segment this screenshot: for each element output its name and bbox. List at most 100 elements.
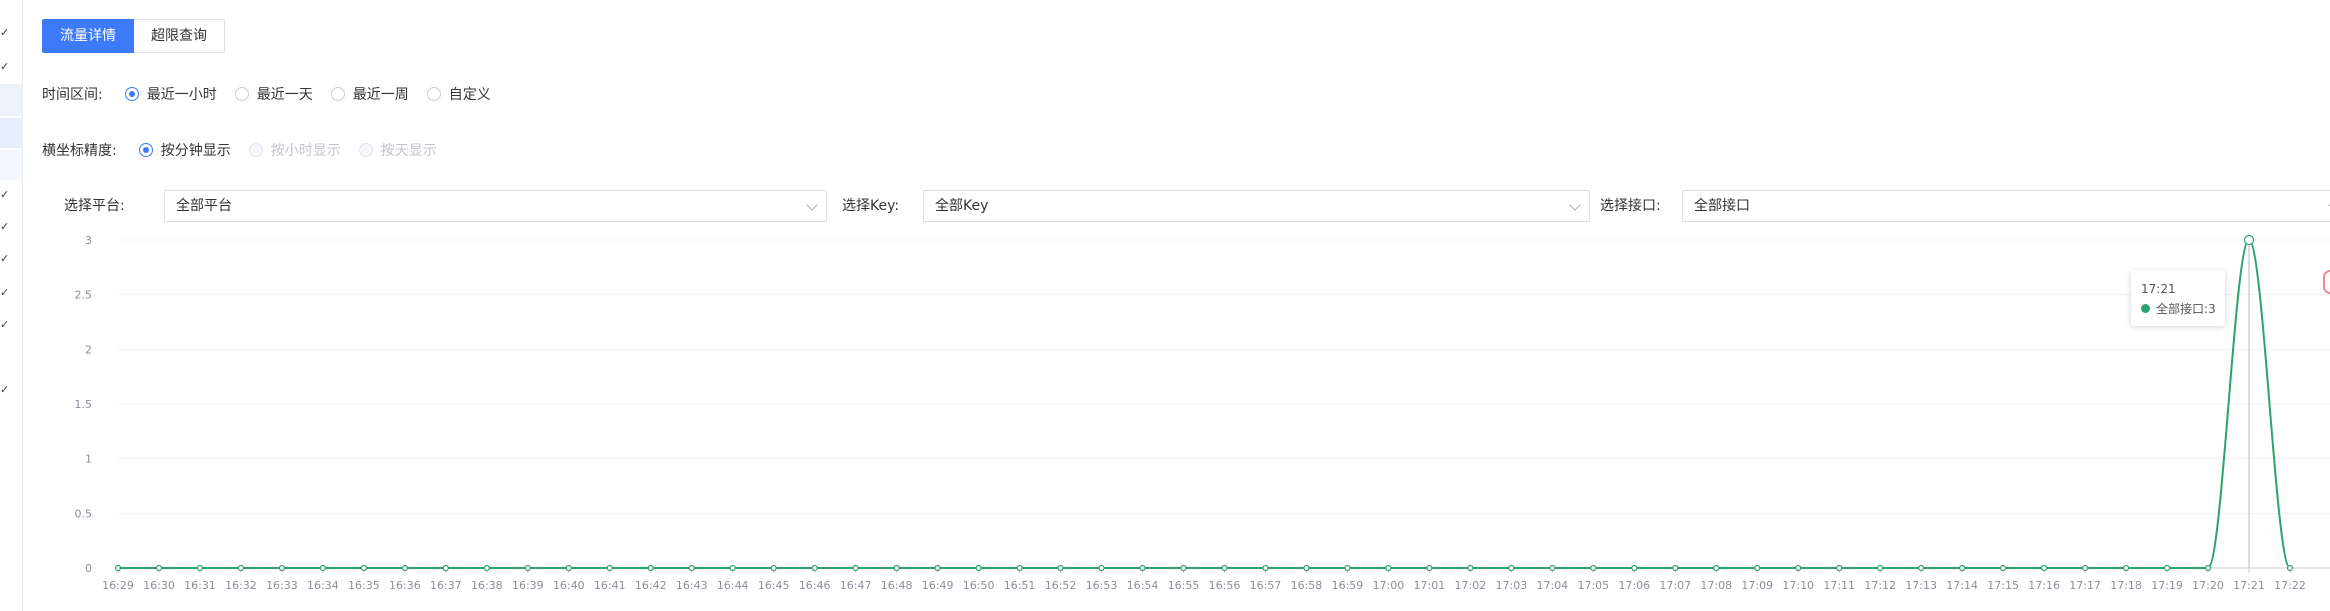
x-tick-label: 17:17 (2069, 579, 2101, 592)
x-tick-label: 16:47 (840, 579, 872, 592)
tooltip-series: 全部接口 (2156, 302, 2205, 316)
filter-row: 选择平台: 全部平台 选择Key: 全部Key 选择接口: 全部接口 (42, 190, 2330, 222)
x-tick-label: 16:46 (799, 579, 831, 592)
data-point (1426, 564, 1433, 572)
time-range-row: 时间区间: 最近一小时 最近一天 最近一周 自定义 (42, 84, 509, 104)
tab-overlimit-query[interactable]: 超限查询 (134, 19, 225, 53)
sidebar-item-active[interactable] (0, 118, 22, 148)
floating-handle[interactable] (2323, 270, 2330, 294)
data-point (2122, 564, 2130, 572)
chevron-down-icon (1569, 199, 1581, 211)
radio-last-hour[interactable]: 最近一小时 (124, 84, 217, 104)
x-tick-label: 16:56 (1209, 579, 1241, 592)
x-tick-label: 17:03 (1496, 579, 1528, 592)
sidebar-item-bg (0, 150, 22, 180)
x-tick-label: 16:41 (594, 579, 626, 592)
x-tick-label: 17:00 (1373, 579, 1405, 592)
x-tick-label: 16:53 (1086, 579, 1118, 592)
api-select[interactable]: 全部接口 (1682, 190, 2330, 222)
radio-custom[interactable]: 自定义 (426, 84, 491, 104)
x-tick-label: 16:44 (717, 579, 749, 592)
data-point (1098, 564, 1105, 572)
data-point (2041, 564, 2048, 572)
radio-disabled-icon (358, 143, 373, 157)
data-point (196, 564, 204, 572)
data-point (1959, 564, 1966, 572)
x-tick-label: 16:57 (1250, 579, 1282, 592)
x-tick-label: 16:29 (102, 579, 134, 592)
x-tick-label: 17:21 (2233, 579, 2265, 592)
chevron-down-icon[interactable]: ✓ (0, 61, 10, 72)
x-tick-label: 16:49 (922, 579, 954, 592)
tab-traffic-details[interactable]: 流量详情 (42, 19, 134, 53)
radio-last-week[interactable]: 最近一周 (330, 84, 409, 104)
x-tick-label: 17:09 (1741, 579, 1773, 592)
data-point (1303, 564, 1310, 572)
x-tick-label: 17:07 (1659, 579, 1691, 592)
data-point (934, 564, 941, 572)
data-point (1385, 564, 1392, 572)
x-tick-label: 16:34 (307, 579, 339, 592)
x-tick-label: 17:11 (1823, 579, 1855, 592)
key-label: 选择Key: (842, 198, 900, 214)
y-tick-label: 1.5 (75, 398, 93, 411)
tab-bar: 流量详情 超限查询 (42, 19, 225, 53)
data-point (2163, 564, 2171, 572)
x-tick-label: 16:55 (1168, 579, 1200, 592)
radio-label: 最近一周 (352, 87, 409, 103)
x-tick-label: 16:54 (1127, 579, 1159, 592)
radio-unchecked-icon (330, 87, 345, 101)
api-label: 选择接口: (1600, 198, 1661, 214)
x-tick-label: 17:18 (2110, 579, 2142, 592)
x-tick-label: 16:43 (676, 579, 708, 592)
y-tick-label: 2 (85, 343, 92, 356)
data-point (2243, 234, 2255, 246)
data-point (442, 564, 449, 572)
x-tick-label: 16:31 (184, 579, 216, 592)
radio-label: 按天显示 (380, 143, 437, 159)
data-point (114, 564, 122, 572)
y-tick-label: 0 (85, 562, 92, 575)
data-point (1590, 564, 1597, 572)
radio-last-day[interactable]: 最近一天 (234, 84, 313, 104)
x-tick-label: 16:52 (1045, 579, 1077, 592)
data-point (1016, 564, 1023, 572)
traffic-line-chart[interactable]: 0 0.5 1 1.5 2 2.5 3 16:29 16:30 16:31 16:32 16:33 16… (0, 225, 2330, 611)
x-tick-label: 17:13 (1905, 579, 1937, 592)
x-tick-label: 17:05 (1577, 579, 1609, 592)
data-point (729, 564, 736, 572)
x-tick-label: 16:32 (225, 579, 257, 592)
x-tick-label: 16:30 (143, 579, 175, 592)
x-tick-label: 17:12 (1864, 579, 1896, 592)
radio-by-minute[interactable]: 按分钟显示 (138, 140, 231, 160)
data-point (360, 564, 367, 572)
y-tick-label: 3 (85, 234, 92, 247)
x-tick-label: 17:16 (2028, 579, 2060, 592)
data-point (606, 564, 613, 572)
x-tick-label: 16:58 (1291, 579, 1323, 592)
x-tick-label: 16:50 (963, 579, 995, 592)
radio-unchecked-icon (426, 87, 441, 101)
x-tick-label: 16:39 (512, 579, 544, 592)
radio-label: 按分钟显示 (160, 143, 231, 159)
data-point (565, 564, 572, 572)
data-point (688, 564, 695, 572)
radio-label: 按小时显示 (270, 143, 341, 159)
sidebar-item-bg (0, 84, 22, 116)
x-tick-label: 16:40 (553, 579, 585, 592)
data-point (1795, 564, 1802, 572)
data-point (483, 564, 490, 572)
platform-select[interactable]: 全部平台 (164, 190, 827, 222)
platform-label: 选择平台: (64, 198, 125, 214)
data-point (278, 564, 286, 572)
tooltip-row: 全部接口: 3 (2141, 300, 2216, 317)
chevron-down-icon[interactable]: ✓ (0, 27, 10, 38)
key-select[interactable]: 全部Key (923, 190, 1590, 222)
data-point (1713, 564, 1720, 572)
data-point (2204, 564, 2212, 572)
chevron-down-icon[interactable]: ✓ (0, 189, 10, 200)
data-point (1549, 564, 1556, 572)
data-point (647, 564, 654, 572)
x-tick-label: 16:48 (881, 579, 913, 592)
x-tick-label: 17:14 (1946, 579, 1978, 592)
